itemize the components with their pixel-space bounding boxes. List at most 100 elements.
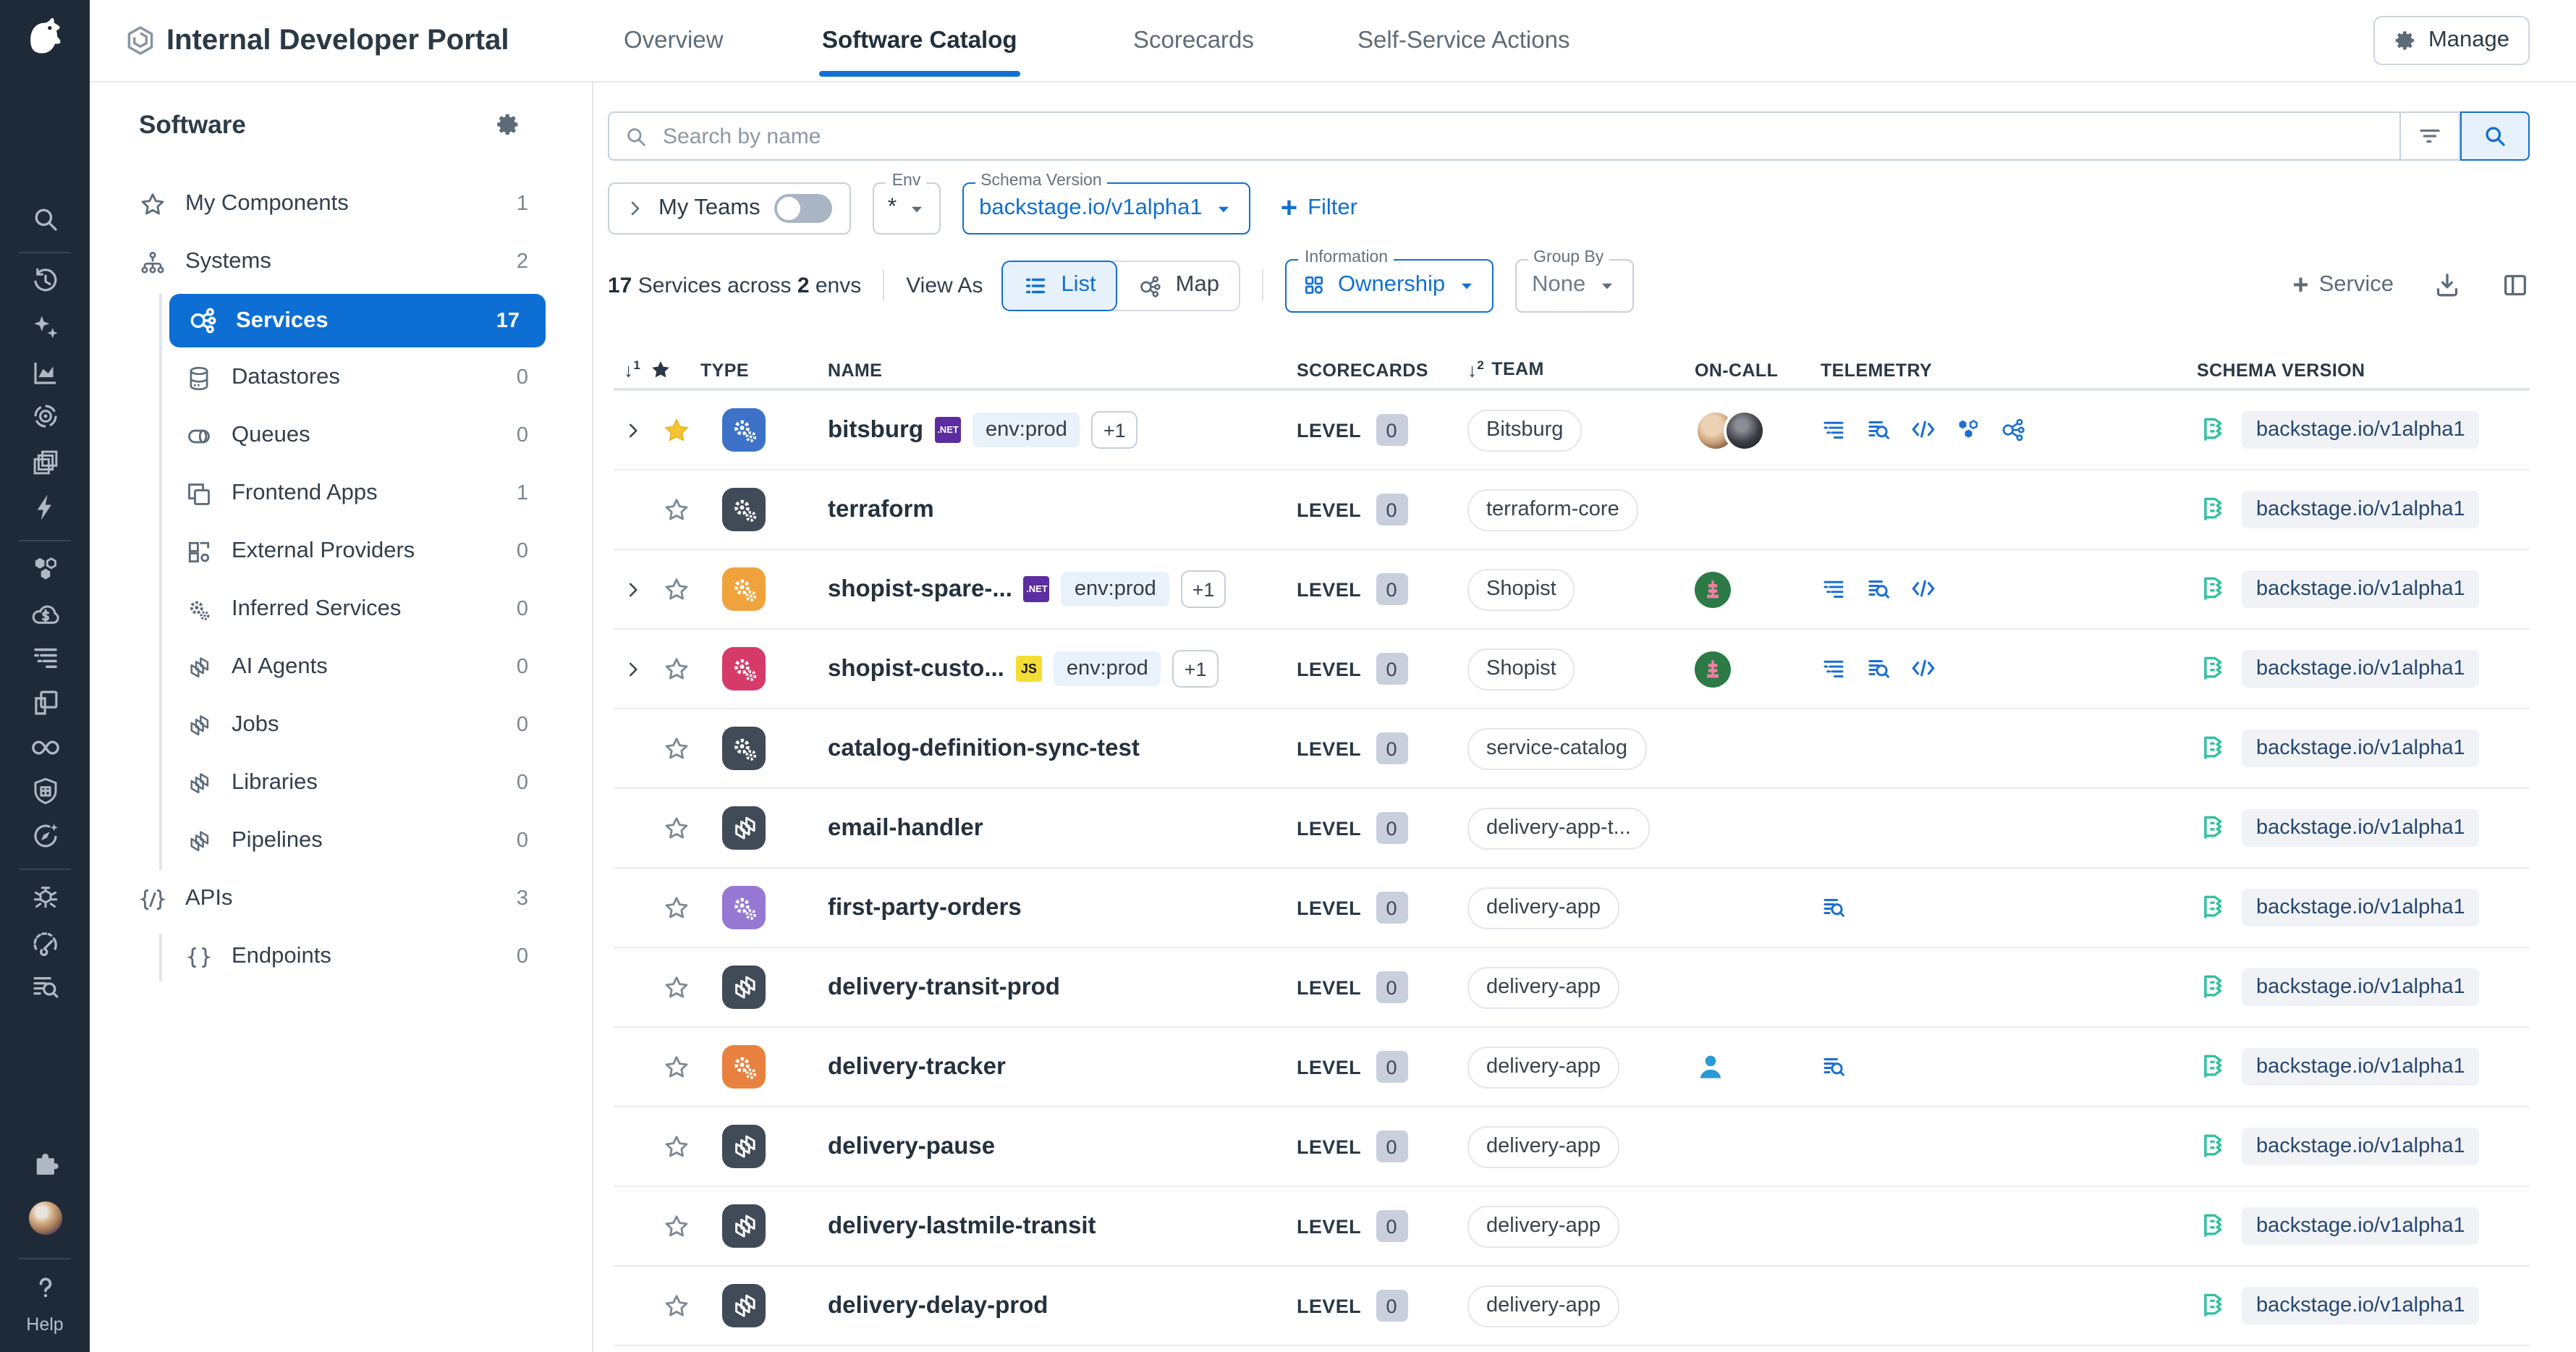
col-oncall[interactable]: ON-CALL bbox=[1653, 360, 1792, 380]
table-row[interactable]: email-handler LEVEL 0 delivery-app-t... … bbox=[614, 789, 2530, 869]
oncall-avatar[interactable] bbox=[1695, 571, 1731, 607]
telemetry-apm-icon[interactable] bbox=[1821, 417, 1847, 443]
service-name[interactable]: delivery-pause bbox=[828, 1133, 995, 1160]
schema-version-pill[interactable]: backstage.io/v1alpha1 bbox=[2242, 411, 2480, 449]
schema-version-pill[interactable]: backstage.io/v1alpha1 bbox=[2242, 1287, 2480, 1324]
favorite-star-icon[interactable] bbox=[662, 973, 690, 1001]
service-name[interactable]: bitsburg bbox=[828, 416, 923, 444]
env-tag[interactable]: env:prod bbox=[1062, 572, 1169, 607]
sidebar-item-apis[interactable]: APIs3 bbox=[90, 870, 592, 928]
table-row[interactable]: first-party-orders LEVEL 0 delivery-app … bbox=[614, 869, 2530, 948]
monitors-target-icon[interactable] bbox=[0, 401, 90, 431]
expand-chevron-icon[interactable] bbox=[623, 421, 642, 439]
sort-indicator-1[interactable]: ↓1 bbox=[624, 358, 640, 382]
favorite-star-icon[interactable] bbox=[662, 416, 690, 444]
schema-version-pill[interactable]: backstage.io/v1alpha1 bbox=[2242, 889, 2480, 926]
search-input[interactable] bbox=[660, 122, 2385, 150]
team-pill[interactable]: delivery-app bbox=[1467, 1125, 1619, 1167]
favorite-star-icon[interactable] bbox=[662, 814, 690, 842]
telemetry-code-icon[interactable] bbox=[1910, 656, 1936, 682]
integrations-puzzle-icon[interactable] bbox=[0, 1149, 90, 1180]
telemetry-code-icon[interactable] bbox=[1910, 417, 1936, 443]
team-pill[interactable]: Shopist bbox=[1467, 568, 1575, 610]
expand-chevron-icon[interactable] bbox=[623, 580, 642, 599]
search-submit-button[interactable] bbox=[2460, 111, 2530, 161]
table-row[interactable]: catalog-definition-sync-test LEVEL 0 ser… bbox=[614, 709, 2530, 789]
telemetry-apm-icon[interactable] bbox=[1821, 656, 1847, 682]
team-pill[interactable]: delivery-app bbox=[1467, 1205, 1619, 1247]
schema-version-pill[interactable]: backstage.io/v1alpha1 bbox=[2242, 730, 2480, 767]
sidebar-item-libraries[interactable]: Libraries0 bbox=[90, 754, 592, 812]
columns-layout-icon[interactable] bbox=[2501, 271, 2530, 300]
infrastructure-icon[interactable] bbox=[0, 554, 90, 585]
service-name[interactable]: delivery-transit-prod bbox=[828, 973, 1060, 1001]
sort-indicator-2[interactable]: ↓2 bbox=[1467, 358, 1484, 382]
tab-scorecards[interactable]: Scorecards bbox=[1133, 0, 1254, 80]
table-row[interactable]: shopist-spare-... .NET env:prod +1 LEVEL… bbox=[614, 550, 2530, 630]
schema-version-pill[interactable]: backstage.io/v1alpha1 bbox=[2242, 650, 2480, 688]
service-name[interactable]: email-handler bbox=[828, 814, 983, 842]
more-tags-badge[interactable]: +1 bbox=[1092, 411, 1137, 449]
favorite-star-icon[interactable] bbox=[662, 735, 690, 762]
manage-button[interactable]: Manage bbox=[2373, 16, 2530, 65]
tab-overview[interactable]: Overview bbox=[624, 0, 724, 80]
telemetry-apm-icon[interactable] bbox=[1821, 576, 1847, 602]
add-filter-button[interactable]: + Filter bbox=[1281, 182, 1357, 235]
sidebar-item-endpoints[interactable]: Endpoints0 bbox=[90, 928, 592, 986]
favorite-star-icon[interactable] bbox=[662, 1133, 690, 1160]
env-filter[interactable]: Env * bbox=[873, 182, 940, 235]
service-name[interactable]: first-party-orders bbox=[828, 894, 1022, 921]
user-avatar[interactable] bbox=[0, 1201, 90, 1235]
col-telemetry[interactable]: TELEMETRY bbox=[1792, 360, 2153, 380]
tab-self-service-actions[interactable]: Self-Service Actions bbox=[1357, 0, 1569, 80]
help-label[interactable]: Help bbox=[0, 1314, 90, 1335]
service-name[interactable]: delivery-tracker bbox=[828, 1053, 1006, 1081]
expand-chevron-icon[interactable] bbox=[623, 659, 642, 678]
schema-version-pill[interactable]: backstage.io/v1alpha1 bbox=[2242, 570, 2480, 608]
team-pill[interactable]: service-catalog bbox=[1467, 727, 1646, 769]
my-teams-toggle[interactable] bbox=[775, 194, 833, 223]
favorite-star-icon[interactable] bbox=[662, 575, 690, 603]
group-by-select[interactable]: Group By None bbox=[1514, 258, 1633, 312]
telemetry-hex-icon[interactable] bbox=[1955, 417, 1981, 443]
team-pill[interactable]: Bitsburg bbox=[1467, 409, 1582, 451]
service-name[interactable]: shopist-custo... bbox=[828, 655, 1004, 683]
favorite-star-icon[interactable] bbox=[662, 894, 690, 921]
telemetry-code-icon[interactable] bbox=[1910, 576, 1936, 602]
schema-version-filter[interactable]: Schema Version backstage.io/v1alpha1 bbox=[962, 182, 1250, 235]
service-name[interactable]: catalog-definition-sync-test bbox=[828, 735, 1140, 762]
team-pill[interactable]: terraform-core bbox=[1467, 489, 1638, 531]
error-tracking-bug-icon[interactable] bbox=[0, 883, 90, 913]
table-row[interactable]: shopist-custo... JS env:prod +1 LEVEL 0 … bbox=[614, 630, 2530, 709]
col-scorecards[interactable]: SCORECARDS bbox=[1268, 360, 1441, 380]
cloud-cost-icon[interactable] bbox=[0, 599, 90, 630]
team-pill[interactable]: delivery-app bbox=[1467, 1046, 1619, 1088]
telemetry-logs-icon[interactable] bbox=[1821, 895, 1847, 921]
view-list-button[interactable]: List bbox=[1001, 260, 1117, 310]
sidebar-item-pipelines[interactable]: Pipelines0 bbox=[90, 812, 592, 870]
my-teams-filter[interactable]: My Teams bbox=[608, 182, 852, 235]
favorite-column-star-icon[interactable] bbox=[649, 359, 671, 381]
col-schema-version[interactable]: SCHEMA VERSION bbox=[2153, 360, 2530, 380]
table-row[interactable]: delivery-transit-prod LEVEL 0 delivery-a… bbox=[614, 948, 2530, 1028]
information-select[interactable]: Information Ownership bbox=[1286, 258, 1493, 312]
sidebar-item-my-components[interactable]: My Components1 bbox=[90, 175, 592, 233]
schema-version-pill[interactable]: backstage.io/v1alpha1 bbox=[2242, 1048, 2480, 1086]
table-row[interactable]: delivery-lastmile-transit LEVEL 0 delive… bbox=[614, 1187, 2530, 1267]
dashboards-icon[interactable] bbox=[0, 358, 90, 388]
sidebar-item-services[interactable]: Services17 bbox=[169, 294, 546, 347]
sidebar-item-ai-agents[interactable]: AI Agents0 bbox=[90, 638, 592, 696]
service-name[interactable]: shopist-spare-... bbox=[828, 575, 1012, 603]
team-pill[interactable]: delivery-app bbox=[1467, 1285, 1619, 1327]
apm-traces-icon[interactable] bbox=[0, 643, 90, 673]
oncall-person-icon[interactable] bbox=[1695, 1051, 1726, 1083]
oncall-avatar[interactable] bbox=[1695, 651, 1731, 687]
service-name[interactable]: delivery-lastmile-transit bbox=[828, 1212, 1096, 1240]
schema-version-pill[interactable]: backstage.io/v1alpha1 bbox=[2242, 968, 2480, 1006]
more-tags-badge[interactable]: +1 bbox=[1173, 650, 1219, 688]
telemetry-logs-icon[interactable] bbox=[1865, 576, 1891, 602]
tab-software-catalog[interactable]: Software Catalog bbox=[822, 0, 1017, 80]
favorite-star-icon[interactable] bbox=[662, 1212, 690, 1240]
favorite-star-icon[interactable] bbox=[662, 496, 690, 523]
schema-version-pill[interactable]: backstage.io/v1alpha1 bbox=[2242, 491, 2480, 528]
